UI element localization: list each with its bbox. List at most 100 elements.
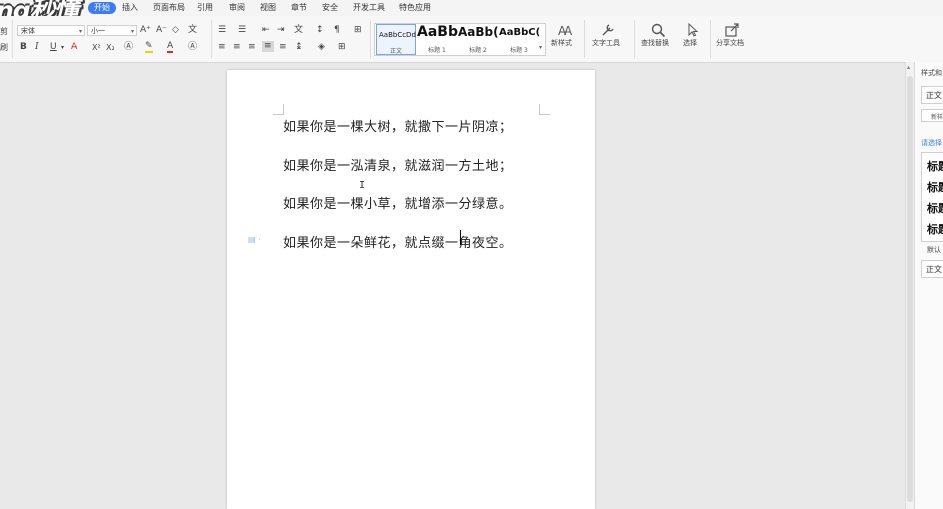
- scroll-up-arrow-icon[interactable]: ▴: [907, 64, 910, 71]
- menu-bar: ng秒懂 开始 插入 页面布局 引用 审阅 视图 章节 安全 开发工具 特色应用: [0, 0, 943, 25]
- panel-title: 样式和: [921, 69, 942, 77]
- bottom-style-value: 正文: [926, 265, 942, 274]
- text-tool-button[interactable]: 文字工具: [592, 38, 620, 48]
- grow-font-button[interactable]: A⁺: [140, 25, 151, 36]
- align-left-icon[interactable]: ≡: [218, 42, 226, 53]
- table-borders-icon[interactable]: ⊞: [354, 25, 362, 36]
- separator: [584, 20, 585, 58]
- clear-format-icon[interactable]: ◇: [172, 25, 179, 36]
- shading-icon[interactable]: ◈: [318, 42, 325, 53]
- font-name-value: 宋体: [21, 27, 35, 35]
- style-heading-2[interactable]: AaBb( 标题 2: [458, 24, 499, 55]
- style-list-heading-2[interactable]: 标题: [927, 179, 943, 195]
- style-list-heading-1[interactable]: 标题: [927, 158, 943, 174]
- shrink-font-button[interactable]: A⁻: [156, 25, 167, 36]
- format-painter-button[interactable]: 刷: [0, 42, 8, 53]
- current-style-box[interactable]: 正文: [921, 86, 943, 104]
- phonetic-guide-icon[interactable]: 文: [188, 25, 197, 36]
- style-gallery: AaBbCcDd 正文 AaBb 标题 1 AaBb( 标题 2 AaBbC( …: [374, 23, 546, 56]
- justify-icon[interactable]: ≡: [262, 41, 274, 52]
- current-style-value: 正文: [926, 91, 942, 100]
- italic-button[interactable]: I: [35, 42, 39, 53]
- paragraph-3[interactable]: 如果你是一棵小草，就增添一分绿意。: [283, 193, 513, 212]
- style-sample: AaBb: [417, 24, 458, 40]
- menu-tab-references[interactable]: 引用: [197, 2, 213, 14]
- chevron-down-icon: ▾: [130, 28, 134, 35]
- align-right-icon[interactable]: ≡: [248, 42, 256, 53]
- share-document-button[interactable]: 分享文档: [716, 38, 744, 48]
- separator: [211, 20, 212, 58]
- menu-tab-security[interactable]: 安全: [322, 2, 338, 14]
- align-center-icon[interactable]: ≡: [233, 42, 241, 53]
- font-color-button[interactable]: A: [167, 42, 174, 53]
- sort-icon[interactable]: ↕: [316, 25, 324, 36]
- menu-tab-view[interactable]: 视图: [260, 2, 276, 14]
- style-heading-1[interactable]: AaBb 标题 1: [417, 24, 458, 55]
- separator: [634, 20, 635, 58]
- menu-tab-features[interactable]: 特色应用: [399, 2, 431, 14]
- superscript-button[interactable]: X²: [92, 42, 101, 53]
- svg-text:A: A: [564, 24, 573, 38]
- text-effect-icon[interactable]: Ⓐ: [124, 42, 133, 53]
- subscript-button[interactable]: X₂: [106, 42, 115, 53]
- menu-tab-chapter[interactable]: 章节: [291, 2, 307, 14]
- choose-style-label: 请选择: [921, 139, 942, 147]
- font-size-select[interactable]: 小一 ▾: [87, 25, 137, 36]
- style-gallery-scroll[interactable]: ▾: [539, 24, 545, 55]
- font-size-value: 小一: [91, 27, 105, 35]
- new-style-icon[interactable]: A A: [557, 22, 573, 38]
- font-name-select[interactable]: 宋体 ▾: [17, 25, 85, 36]
- scroll-thumb[interactable]: [907, 76, 913, 502]
- style-sample: AaBb(: [458, 25, 499, 39]
- share-icon[interactable]: [724, 22, 740, 38]
- numbered-list-icon[interactable]: ☰: [238, 25, 246, 36]
- document-page[interactable]: 如果你是一棵大树，就撒下一片阴凉； 如果你是一泓清泉，就滋润一方土地； 如果你是…: [227, 70, 595, 509]
- borders-icon[interactable]: ⊞: [338, 42, 346, 53]
- menu-tab-home[interactable]: 开始: [88, 2, 116, 14]
- decrease-indent-icon[interactable]: ⇤: [262, 25, 270, 36]
- default-style-label: 默认: [927, 246, 941, 254]
- text-cursor: [460, 230, 461, 245]
- menu-tab-insert[interactable]: 插入: [122, 2, 138, 14]
- margin-corner-mark: [539, 104, 550, 115]
- paragraph-4[interactable]: 如果你是一朵鲜花，就点缀一角夜空。: [283, 232, 513, 251]
- new-style-panel-button[interactable]: 新样: [921, 109, 943, 122]
- new-style-label: 新样: [931, 114, 943, 121]
- bold-button[interactable]: B: [20, 42, 27, 53]
- distributed-align-icon[interactable]: ≡: [279, 42, 287, 53]
- style-sample: AaBbCcDd: [379, 31, 416, 39]
- wrench-icon[interactable]: [600, 22, 616, 38]
- menu-tab-developer[interactable]: 开发工具: [353, 2, 385, 14]
- underline-button[interactable]: U: [50, 42, 57, 53]
- style-normal[interactable]: AaBbCcDd 正文: [376, 24, 416, 55]
- vertical-scrollbar[interactable]: ▴: [905, 62, 914, 509]
- character-border-icon[interactable]: Ⓐ: [188, 42, 197, 53]
- paragraph-2[interactable]: 如果你是一泓清泉，就滋润一方土地；: [283, 155, 513, 174]
- increase-indent-icon[interactable]: ⇥: [277, 25, 285, 36]
- paragraph-1[interactable]: 如果你是一棵大树，就撒下一片阴凉；: [283, 116, 513, 135]
- style-list-heading-4[interactable]: 标题: [927, 221, 943, 237]
- chinese-layout-icon[interactable]: 文: [294, 25, 303, 36]
- chevron-down-icon[interactable]: ▾: [61, 42, 64, 53]
- style-heading-3[interactable]: AaBbC( 标题 3: [499, 24, 540, 55]
- margin-corner-mark: [273, 104, 284, 115]
- bottom-style-box[interactable]: 正文: [921, 260, 943, 278]
- chevron-down-icon: ▾: [539, 44, 543, 51]
- cursor-arrow-icon[interactable]: [685, 22, 701, 38]
- cut-button[interactable]: 剪: [0, 26, 8, 37]
- ibeam-cursor-icon: I: [359, 180, 366, 191]
- new-style-button[interactable]: 新样式: [551, 38, 572, 48]
- style-list-heading-3[interactable]: 标题: [927, 200, 943, 216]
- paragraph-handle-icon[interactable]: ▤ ·: [248, 235, 261, 244]
- menu-tab-page-layout[interactable]: 页面布局: [153, 2, 185, 14]
- find-replace-button[interactable]: 查找替换: [641, 38, 669, 48]
- line-spacing-icon[interactable]: ↨: [295, 42, 303, 53]
- search-icon[interactable]: [650, 22, 666, 38]
- strikethrough-button[interactable]: A̶: [71, 42, 77, 53]
- show-hide-marks-icon[interactable]: ¶: [334, 25, 340, 36]
- style-name: 正文: [389, 48, 402, 55]
- select-button[interactable]: 选择: [683, 38, 697, 48]
- highlight-icon[interactable]: ✎: [145, 42, 153, 53]
- menu-tab-review[interactable]: 审阅: [229, 2, 245, 14]
- bullet-list-icon[interactable]: ☰: [218, 25, 226, 36]
